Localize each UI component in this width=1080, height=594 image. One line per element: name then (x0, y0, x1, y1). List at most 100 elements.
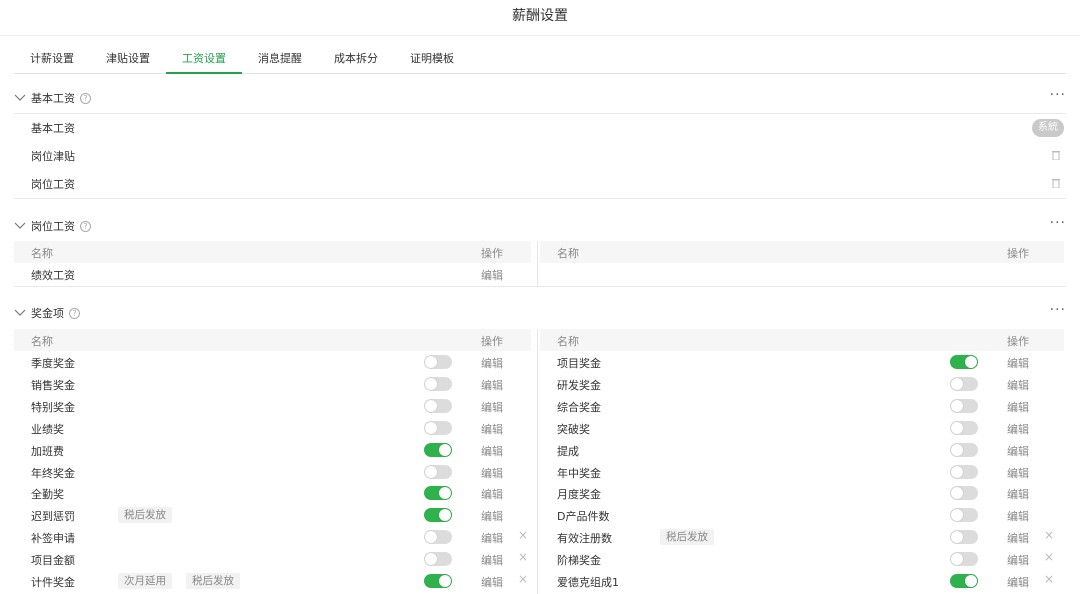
close-icon[interactable]: × (1044, 550, 1054, 564)
basic-salary-section-header[interactable]: 基本工资 ? ··· (14, 84, 1066, 112)
close-icon[interactable]: × (1044, 572, 1054, 586)
trash-icon[interactable] (1052, 150, 1060, 163)
tab-bar: 计薪设置 津贴设置 工资设置 消息提醒 成本拆分 证明模板 (14, 44, 1066, 74)
section-title: 岗位工资 (31, 220, 75, 233)
table-row: D产品件数 编辑 (540, 504, 1064, 526)
close-icon[interactable]: × (518, 528, 528, 542)
divider (14, 198, 1066, 199)
help-icon[interactable]: ? (80, 92, 91, 104)
tab-4[interactable]: 成本拆分 (318, 44, 394, 73)
edit-link[interactable]: 编辑 (481, 552, 503, 568)
edit-link[interactable]: 编辑 (1007, 486, 1029, 502)
toggle-switch[interactable] (424, 398, 452, 413)
item-name: 绩效工资 (31, 269, 75, 282)
edit-link[interactable]: 编辑 (1007, 377, 1029, 393)
tab-5[interactable]: 证明模板 (394, 44, 470, 73)
chevron-down-icon[interactable] (14, 309, 28, 317)
toggle-switch[interactable] (950, 508, 978, 523)
edit-link[interactable]: 编辑 (1007, 508, 1029, 524)
edit-link[interactable]: 编辑 (1007, 552, 1029, 568)
chevron-down-icon[interactable] (14, 94, 28, 102)
edit-link[interactable]: 编辑 (481, 486, 503, 502)
edit-link[interactable]: 编辑 (481, 421, 503, 437)
close-icon[interactable]: × (1044, 528, 1054, 542)
item-name: 岗位工资 (31, 178, 75, 191)
table-row: 研发奖金 编辑 (540, 373, 1064, 395)
help-icon[interactable]: ? (80, 220, 91, 232)
table-row: 业绩奖 编辑 (14, 417, 531, 439)
edit-link[interactable]: 编辑 (481, 508, 503, 524)
table-row: 月度奖金 编辑 (540, 482, 1064, 504)
edit-link[interactable]: 编辑 (481, 399, 503, 415)
column-header-op: 操作 (1007, 247, 1029, 260)
toggle-switch[interactable] (950, 464, 978, 479)
bonus-name: 爱德克组成1 (557, 576, 619, 589)
tag-badge: 税后发放 (186, 573, 240, 589)
table-row: 加班费 编辑 (14, 439, 531, 461)
position-salary-section-header[interactable]: 岗位工资 ? ··· (14, 212, 1066, 240)
chevron-down-icon[interactable] (14, 222, 28, 230)
more-icon[interactable]: ··· (1050, 88, 1066, 102)
toggle-switch[interactable] (950, 376, 978, 391)
toggle-switch[interactable] (424, 508, 452, 523)
divider (14, 286, 1066, 287)
toggle-switch[interactable] (950, 552, 978, 567)
section-title: 奖金项 (31, 307, 64, 320)
toggle-switch[interactable] (424, 355, 452, 369)
more-icon[interactable]: ··· (1050, 216, 1066, 230)
toggle-switch[interactable] (950, 574, 978, 588)
tab-3[interactable]: 消息提醒 (242, 44, 318, 73)
table-row: 迟到惩罚 税后发放 编辑 (14, 504, 531, 526)
toggle-switch[interactable] (424, 486, 452, 501)
toggle-switch[interactable] (950, 420, 978, 435)
item-name: 基本工资 (31, 122, 75, 135)
table-row: 爱德克组成1 编辑 × (540, 570, 1064, 592)
edit-link[interactable]: 编辑 (481, 443, 503, 459)
bonus-section-header[interactable]: 奖金项 ? ··· (14, 299, 1066, 327)
edit-link[interactable]: 编辑 (481, 465, 503, 481)
more-icon[interactable]: ··· (1050, 303, 1066, 317)
list-item: 岗位工资 (14, 170, 1066, 198)
close-icon[interactable]: × (518, 550, 528, 564)
tag-badge: 次月延用 (118, 573, 172, 589)
trash-icon[interactable] (1052, 178, 1060, 191)
toggle-switch[interactable] (424, 574, 452, 588)
column-header-name: 名称 (557, 335, 579, 348)
edit-link[interactable]: 编辑 (481, 377, 503, 393)
close-icon[interactable]: × (518, 572, 528, 586)
column-header-name: 名称 (557, 247, 579, 260)
edit-link[interactable]: 编辑 (1007, 574, 1029, 590)
toggle-switch[interactable] (950, 530, 978, 545)
toggle-switch[interactable] (424, 442, 452, 457)
edit-link[interactable]: 编辑 (481, 530, 503, 546)
tab-2[interactable]: 工资设置 (166, 44, 242, 74)
window-title: 薪酬设置 (0, 0, 1080, 36)
tag-badge: 税后发放 (660, 529, 714, 546)
toggle-switch[interactable] (424, 552, 452, 567)
help-icon[interactable]: ? (69, 307, 80, 319)
edit-link[interactable]: 编辑 (1007, 465, 1029, 481)
bonus-name: 研发奖金 (557, 378, 601, 392)
tab-1[interactable]: 津贴设置 (90, 44, 166, 73)
toggle-switch[interactable] (424, 376, 452, 391)
toggle-switch[interactable] (424, 464, 452, 479)
edit-link[interactable]: 编辑 (481, 574, 503, 590)
edit-link[interactable]: 编辑 (481, 355, 503, 371)
toggle-switch[interactable] (950, 486, 978, 501)
edit-link[interactable]: 编辑 (481, 267, 503, 283)
toggle-switch[interactable] (424, 530, 452, 545)
toggle-switch[interactable] (424, 420, 452, 435)
bonus-name: 月度奖金 (557, 488, 601, 502)
edit-link[interactable]: 编辑 (1007, 421, 1029, 437)
table-row: 综合奖金 编辑 (540, 395, 1064, 417)
edit-link[interactable]: 编辑 (1007, 530, 1029, 546)
system-badge: 系統 (1032, 119, 1064, 137)
toggle-switch[interactable] (950, 442, 978, 457)
edit-link[interactable]: 编辑 (1007, 355, 1029, 371)
column-header-op: 操作 (1007, 335, 1029, 348)
toggle-switch[interactable] (950, 398, 978, 413)
edit-link[interactable]: 编辑 (1007, 443, 1029, 459)
edit-link[interactable]: 编辑 (1007, 399, 1029, 415)
toggle-switch[interactable] (950, 355, 978, 369)
tab-0[interactable]: 计薪设置 (14, 44, 90, 73)
